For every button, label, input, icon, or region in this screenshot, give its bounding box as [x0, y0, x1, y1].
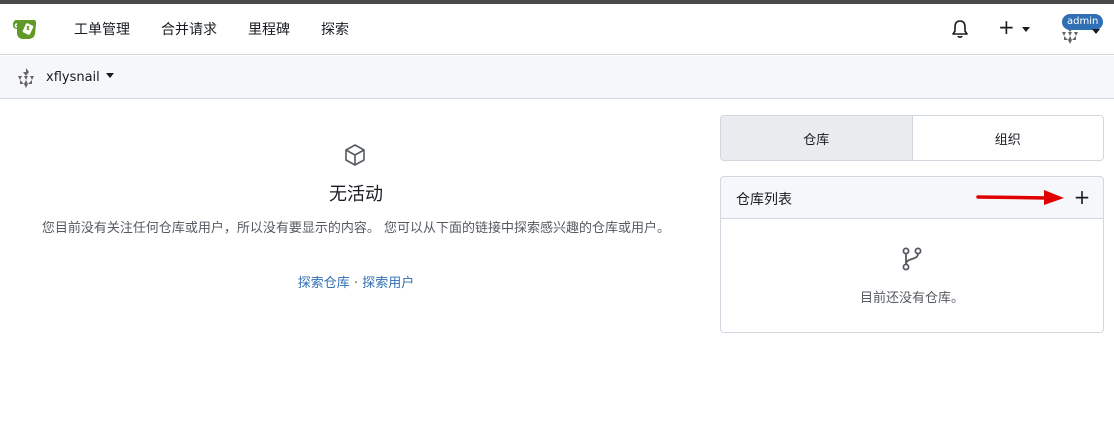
annotation-arrow-icon: [976, 190, 1064, 205]
repo-forked-icon: [901, 246, 923, 272]
chevron-down-icon: [1022, 27, 1030, 32]
gitea-logo-icon[interactable]: [12, 16, 42, 42]
explore-users-link[interactable]: 探索用户: [362, 276, 414, 291]
add-repo-button[interactable]: +: [1071, 185, 1093, 209]
repo-list-title: 仓库列表: [736, 192, 792, 208]
chevron-down-icon: [106, 73, 114, 78]
tab-repositories[interactable]: 仓库: [721, 116, 913, 160]
repo-empty-message: 目前还没有仓库。: [859, 291, 964, 306]
feed-empty-description: 您目前没有关注任何仓库或用户，所以没有要显示的内容。 您可以从下面的链接中探索感…: [41, 221, 671, 236]
nav-explore[interactable]: 探索: [321, 19, 349, 39]
tab-organizations[interactable]: 组织: [913, 116, 1104, 160]
user-menu-button[interactable]: admin: [1056, 14, 1108, 50]
nav-pull-requests[interactable]: 合并请求: [161, 19, 217, 39]
nav-milestones[interactable]: 里程碑: [248, 19, 290, 39]
context-username: xflysnail: [46, 70, 100, 85]
top-navbar: 工单管理 合并请求 里程碑 探索 + admin: [0, 4, 1114, 55]
avatar: [18, 68, 34, 88]
bell-icon[interactable]: [950, 18, 970, 40]
dashboard-context-bar: xflysnail: [0, 56, 1114, 99]
create-menu-button[interactable]: +: [998, 15, 1034, 41]
dashboard-tabs: 仓库 组织: [720, 115, 1104, 161]
plus-icon: +: [998, 15, 1015, 39]
nav-issues[interactable]: 工单管理: [74, 19, 130, 39]
chevron-down-icon: [1092, 29, 1100, 34]
feed-empty-title: 无活动: [329, 184, 383, 205]
feed-explore-links: 探索仓库 · 探索用户: [0, 272, 712, 291]
link-separator: ·: [353, 276, 359, 291]
package-icon: [343, 143, 367, 167]
explore-repos-link[interactable]: 探索仓库: [298, 276, 350, 291]
admin-badge: admin: [1062, 14, 1104, 30]
